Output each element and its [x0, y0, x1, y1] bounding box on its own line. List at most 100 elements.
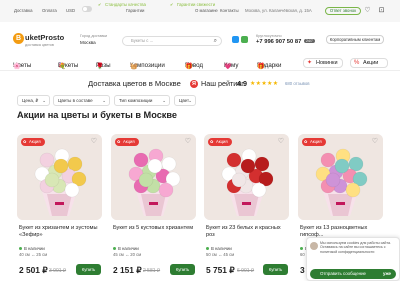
product-card[interactable]: Акция ♡ Букет из хризантем и эустомы «Зе…	[17, 134, 102, 281]
callback-button[interactable]: Ответ звонок	[325, 7, 361, 15]
filter-type[interactable]: Тип композиции ⌄	[114, 95, 170, 106]
sale-label: Акции	[363, 60, 379, 66]
chevron-down-icon: ⌄	[102, 98, 106, 103]
bouquet-icon: 💐	[58, 63, 66, 70]
basket-icon: 🧺	[130, 63, 138, 70]
product-dimensions: 50 см ↔ 45 см	[206, 252, 235, 257]
chat-message: Мы используем cookies для работы сайта. …	[320, 241, 391, 254]
favorite-icon[interactable]: ♡	[372, 137, 378, 145]
callback-label: Ответ звонок	[329, 8, 357, 13]
badge-quality: Стандарты качества	[105, 2, 146, 7]
product-image[interactable]	[298, 134, 383, 220]
rating-stars: ★★★★★	[250, 81, 279, 87]
bouquet-illustration	[17, 134, 102, 220]
stock-status: В наличии	[19, 246, 45, 251]
currency-label: USD	[66, 8, 76, 13]
filter-color[interactable]: Цвет ⌄	[174, 95, 196, 106]
search-placeholder: Букеты с ...	[131, 38, 154, 43]
product-image[interactable]	[17, 134, 102, 220]
old-price: 2 581 ₽	[143, 268, 161, 274]
buy-button[interactable]: Купить	[76, 264, 101, 275]
stock-status: В наличии	[113, 246, 139, 251]
badge-fresh: Гарантии свежести	[177, 2, 216, 7]
sale-badge: Акция	[21, 138, 45, 146]
chevron-down-icon: ⌄	[42, 98, 46, 103]
avatar	[310, 242, 318, 250]
city-label: Город доставки	[80, 34, 108, 38]
search-input[interactable]: Букеты с ... ⌕	[122, 36, 222, 46]
link-contacts[interactable]: Контакты	[220, 8, 239, 13]
logo[interactable]: uketProsto	[25, 33, 64, 42]
product-image[interactable]	[111, 134, 196, 220]
reviews-link[interactable]: 680 отзывов	[285, 81, 310, 86]
send-label: Отправить сообщение	[320, 271, 366, 276]
new-icon: ✦	[307, 60, 313, 66]
top-bar: ✔ Стандарты качества ✔ Гарантии свежести…	[0, 0, 400, 22]
link-about[interactable]: О магазине	[195, 8, 218, 13]
product-card[interactable]: Акция ♡ Букет из 23 белых и красных роз …	[204, 134, 289, 281]
badge-247: 24/7	[304, 39, 315, 43]
logo-subtitle: доставка цветов	[25, 43, 54, 47]
product-dimensions: 40 см ↔ 25 см	[19, 252, 48, 257]
sale-badge: Акция	[115, 138, 139, 146]
cart-icon[interactable]: ⊡	[378, 7, 385, 14]
check-icon: ✔	[170, 2, 174, 7]
whatsapp-icon[interactable]	[241, 36, 248, 43]
currency-toggle[interactable]	[82, 6, 92, 12]
sale-button[interactable]: % Акции	[350, 58, 388, 68]
sale-badge: Акция	[302, 138, 326, 146]
old-price: 3 001 ₽	[49, 268, 67, 274]
phone-number[interactable]: +7 996 907 50 87	[256, 39, 301, 45]
buy-button[interactable]: Купить	[170, 264, 195, 275]
store-address: Москва, ул. Каланчёвская, д. 15А	[245, 8, 312, 13]
send-extra: уже	[383, 271, 391, 276]
link-payment[interactable]: Оплата	[42, 8, 57, 13]
product-name[interactable]: Букет из 23 белых и красных роз	[206, 225, 290, 240]
gift-icon: 🎁	[185, 63, 193, 70]
bouquet-illustration	[298, 134, 383, 220]
chat-send-button[interactable]: Отправить сообщение уже	[310, 269, 396, 279]
product-price: 2 151 ₽	[113, 265, 142, 275]
new-label: Новинки	[316, 60, 338, 66]
new-button[interactable]: ✦ Новинки	[303, 58, 343, 68]
filter-label: Цветы в составе	[58, 98, 93, 103]
favorite-icon[interactable]: ♡	[185, 137, 191, 145]
divider	[0, 70, 400, 71]
old-price: 6 901 ₽	[237, 268, 255, 274]
corporate-label: Корпоративным клиентам	[329, 37, 381, 42]
heart-icon[interactable]: ♡	[364, 7, 371, 14]
bouquet-illustration	[111, 134, 196, 220]
city-selector[interactable]: Москва	[80, 40, 96, 45]
logo-icon[interactable]: B	[13, 33, 24, 44]
rating-value: 4.9	[237, 79, 247, 88]
product-dimensions: 45 см ↔ 20 см	[113, 252, 142, 257]
page-title: Акции на цветы и букеты в Москве	[17, 110, 178, 120]
search-icon[interactable]: ⌕	[214, 37, 217, 45]
filter-flowers[interactable]: Цветы в составе ⌄	[53, 95, 110, 106]
product-name[interactable]: Букет из 5 кустовых хризантем	[113, 225, 197, 232]
product-image[interactable]	[204, 134, 289, 220]
product-price: 5 751 ₽	[206, 265, 235, 275]
telegram-icon[interactable]	[232, 36, 239, 43]
product-price: 2 501 ₽	[19, 265, 48, 275]
product-name[interactable]: Букет из хризантем и эустомы «Зефир»	[19, 225, 103, 240]
favorite-icon[interactable]: ♡	[91, 137, 97, 145]
flower-icon: 🌸	[13, 63, 21, 70]
filter-price[interactable]: Цена, ₽ ⌄	[17, 95, 50, 106]
sale-badge: Акция	[208, 138, 232, 146]
rose-icon: 🌹	[96, 63, 104, 70]
phone-hours: Круглосуточно	[256, 34, 282, 38]
heart-icon: 💗	[224, 63, 232, 70]
buy-button[interactable]: Купить	[263, 264, 288, 275]
link-guarantees[interactable]: Гарантии	[126, 8, 144, 13]
chevron-down-icon: ⌄	[188, 98, 192, 103]
link-delivery[interactable]: Доставка	[14, 8, 32, 13]
corporate-button[interactable]: Корпоративным клиентам	[326, 35, 384, 44]
filter-label: Тип композиции	[119, 98, 153, 103]
product-card[interactable]: Акция ♡ Букет из 5 кустовых хризантем В …	[111, 134, 196, 281]
check-icon: ✔	[98, 2, 102, 7]
delivery-title: Доставка цветов в Москве	[88, 79, 181, 88]
chat-widget[interactable]: Мы используем cookies для работы сайта. …	[306, 237, 400, 281]
gift-icon: 🎁	[257, 63, 265, 70]
favorite-icon[interactable]: ♡	[278, 137, 284, 145]
